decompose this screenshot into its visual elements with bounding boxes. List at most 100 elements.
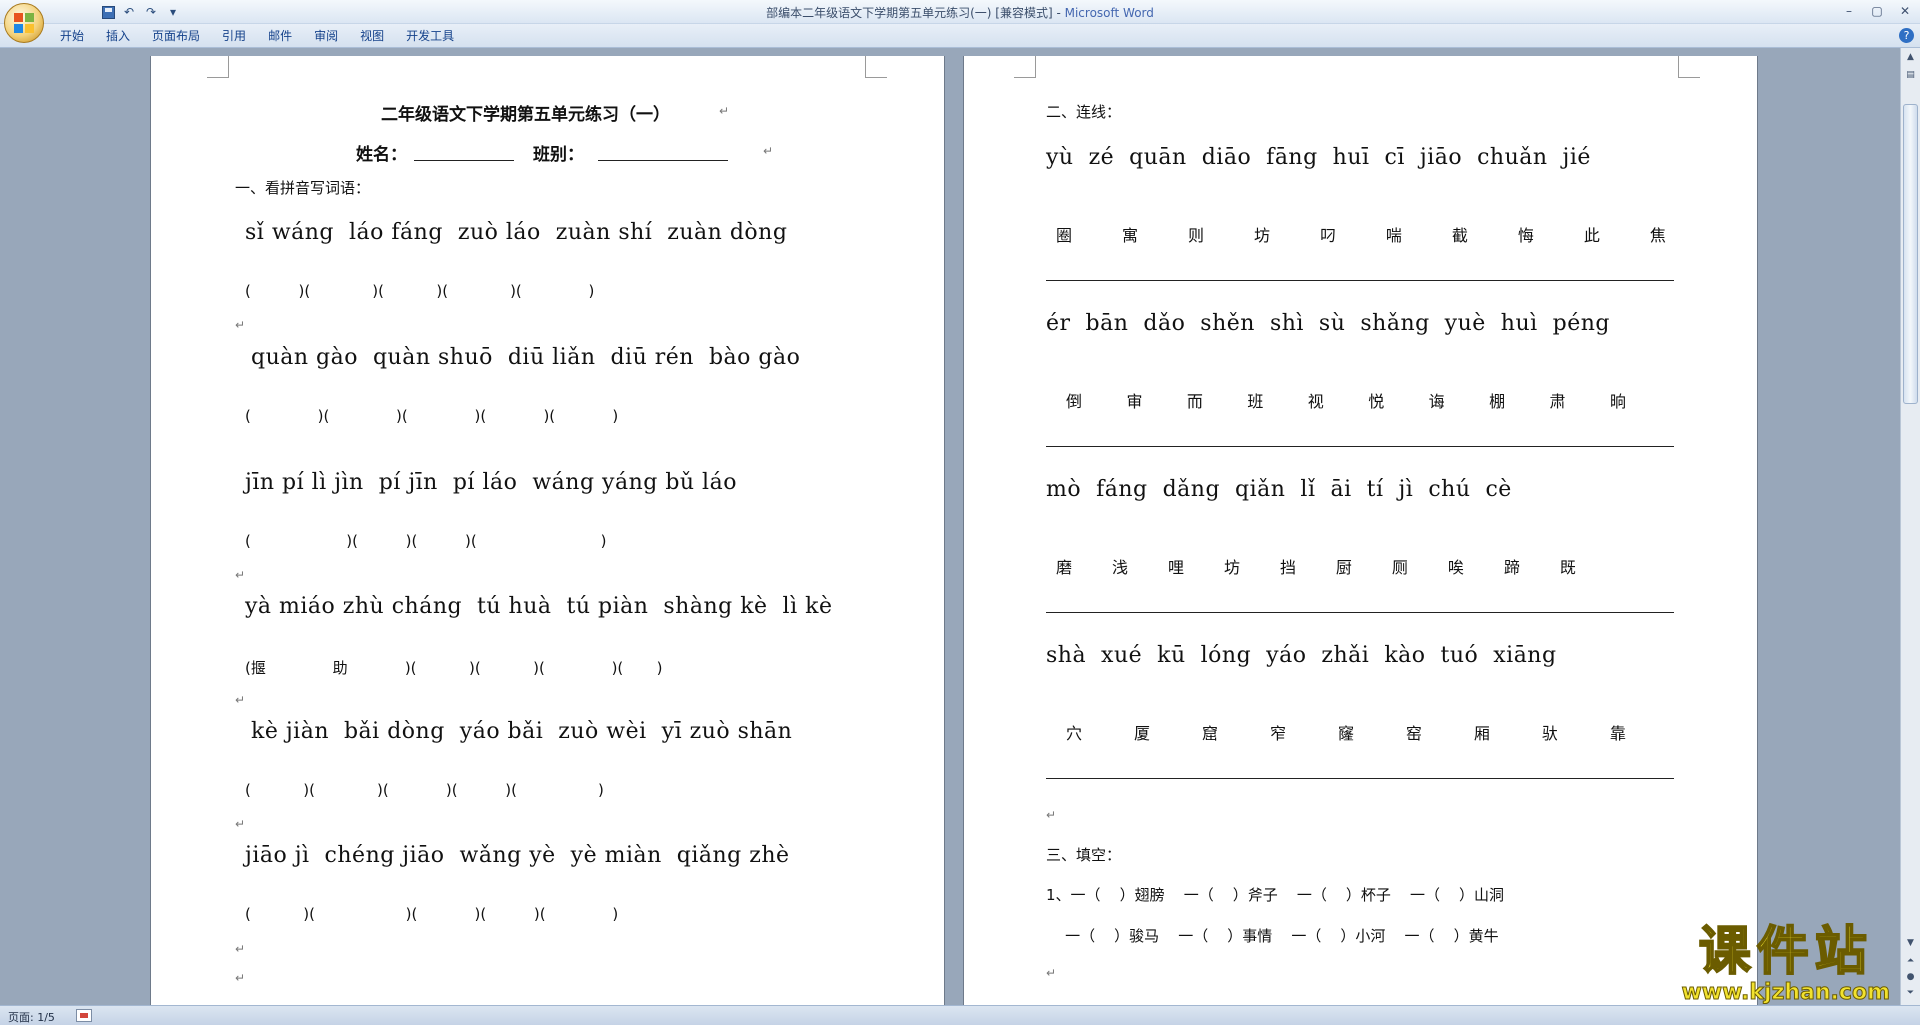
scroll-thumb[interactable] <box>1903 104 1918 404</box>
match-char: 此 <box>1583 226 1600 245</box>
match-chars-row-1: 圈 寓 则 坊 叼 喘 截 悔 此 焦 <box>1056 222 1666 246</box>
paragraph-mark: ↵ <box>235 942 246 956</box>
match-char: 肃 <box>1549 392 1566 411</box>
paragraph-mark: ↵ <box>1046 808 1057 822</box>
match-char: 蹄 <box>1503 558 1520 577</box>
match-line-3 <box>1046 612 1674 613</box>
match-char: 窿 <box>1337 724 1354 743</box>
section-2-heading: 二、连线： <box>1046 103 1122 121</box>
match-char: 哩 <box>1167 558 1184 577</box>
class-blank[interactable] <box>598 160 728 161</box>
match-char: 班 <box>1247 392 1264 411</box>
match-chars-row-2: 倒 审 而 班 视 悦 诲 棚 肃 晌 <box>1066 388 1626 412</box>
match-char: 既 <box>1559 558 1576 577</box>
margin-corner <box>207 56 229 78</box>
fill-row-1: 1、一（ ）翅膀 一（ ）斧子 一（ ）杯子 一（ ）山洞 <box>1046 886 1505 904</box>
paragraph-mark: ↵ <box>719 104 730 118</box>
tab-mailings[interactable]: 邮件 <box>268 28 292 44</box>
ruler-toggle-icon[interactable]: ▤ <box>1903 68 1918 83</box>
match-chars-row-3: 磨 浅 哩 坊 挡 厨 厕 唉 蹄 既 <box>1056 554 1576 578</box>
select-browse-object-icon[interactable]: ● <box>1903 970 1918 985</box>
match-char: 喘 <box>1385 226 1402 245</box>
answer-row-1: ( )( )( )( )( ) <box>245 282 595 300</box>
watermark-text: 课件站 <box>1698 922 1873 982</box>
match-char: 圈 <box>1056 226 1073 245</box>
window-controls: – ▢ ✕ <box>1840 2 1914 20</box>
match-char: 坊 <box>1223 558 1240 577</box>
page-count[interactable]: 页面: 1/5 <box>8 1009 55 1025</box>
match-char: 晌 <box>1609 392 1626 411</box>
margin-corner <box>1014 56 1036 78</box>
match-char: 靠 <box>1609 724 1626 743</box>
status-bar: 页面: 1/5 <box>0 1005 1920 1025</box>
answer-row-4: (揠 助 )( )( )( )( ) <box>245 659 663 677</box>
section-1-heading: 一、看拼音写词语： <box>235 179 371 197</box>
scroll-down-icon[interactable]: ▼ <box>1903 936 1918 951</box>
match-pinyin-row-3: mò fáng dǎng qiǎn lǐ āi tí jì chú cè <box>1046 477 1512 502</box>
paragraph-mark: ↵ <box>235 568 246 582</box>
paragraph-mark: ↵ <box>1046 966 1057 980</box>
match-char: 厨 <box>1335 558 1352 577</box>
watermark-url: www.kjzhan.com <box>1681 980 1891 1006</box>
match-line-4 <box>1046 778 1674 779</box>
tab-view[interactable]: 视图 <box>360 28 384 44</box>
match-char: 截 <box>1451 226 1468 245</box>
tab-developer[interactable]: 开发工具 <box>406 28 454 44</box>
match-char: 寓 <box>1121 226 1138 245</box>
pinyin-row-6: jiāo jì chéng jiāo wǎng yè yè miàn qiǎng… <box>245 843 790 868</box>
page-1[interactable]: 二年级语文下学期第五单元练习（一） ↵ 姓名： 班别： ↵ 一、看拼音写词语： … <box>150 56 945 1005</box>
page-2[interactable]: 二、连线： yù zé quān diāo fāng huī cī jiāo c… <box>963 56 1758 1005</box>
maximize-icon[interactable]: ▢ <box>1868 2 1886 20</box>
match-pinyin-row-1: yù zé quān diāo fāng huī cī jiāo chuǎn j… <box>1046 145 1591 170</box>
scroll-up-icon[interactable]: ▲ <box>1903 50 1918 65</box>
paragraph-mark: ↵ <box>235 817 246 831</box>
match-char: 挡 <box>1279 558 1296 577</box>
close-icon[interactable]: ✕ <box>1896 2 1914 20</box>
match-char: 浅 <box>1111 558 1128 577</box>
answer-row-2: ( )( )( )( )( ) <box>245 407 619 425</box>
match-char: 唉 <box>1447 558 1464 577</box>
match-line-2 <box>1046 446 1674 447</box>
minimize-icon[interactable]: – <box>1840 2 1858 20</box>
ribbon: 开始 插入 页面布局 引用 邮件 审阅 视图 开发工具 ? <box>0 24 1920 48</box>
match-char: 悔 <box>1517 226 1534 245</box>
pinyin-row-4: yà miáo zhù cháng tú huà tú piàn shàng k… <box>245 594 833 619</box>
paragraph-mark: ↵ <box>235 318 246 332</box>
name-blank[interactable] <box>414 160 514 161</box>
section-3-heading: 三、填空： <box>1046 846 1122 864</box>
previous-page-icon[interactable]: ⏶ <box>1903 954 1918 969</box>
match-line-1 <box>1046 280 1674 281</box>
match-pinyin-row-4: shà xué kū lóng yáo zhǎi kào tuó xiāng <box>1046 643 1557 668</box>
office-button[interactable] <box>4 3 44 43</box>
match-char: 视 <box>1307 392 1324 411</box>
match-char: 厕 <box>1391 558 1408 577</box>
pinyin-row-5: kè jiàn bǎi dòng yáo bǎi zuò wèi yī zuò … <box>251 719 793 744</box>
macro-recording-icon[interactable] <box>76 1009 92 1022</box>
vertical-scrollbar[interactable]: ▲ ▤ ▼ ⏶ ● ⏷ <box>1900 48 1920 1005</box>
match-char: 窟 <box>1201 724 1218 743</box>
match-char: 厦 <box>1133 724 1150 743</box>
office-logo-icon <box>14 13 34 33</box>
match-char: 叼 <box>1319 226 1336 245</box>
match-char: 磨 <box>1056 558 1073 577</box>
document-title: 部编本二年级语文下学期第五单元练习(一) [兼容模式] - <box>766 6 1065 20</box>
answer-row-3: ( )( )( )( ) <box>245 532 607 550</box>
paragraph-mark: ↵ <box>763 144 774 158</box>
match-char: 窑 <box>1405 724 1422 743</box>
match-char: 则 <box>1187 226 1204 245</box>
tab-insert[interactable]: 插入 <box>106 28 130 44</box>
tab-page-layout[interactable]: 页面布局 <box>152 28 200 44</box>
next-page-icon[interactable]: ⏷ <box>1903 986 1918 1001</box>
match-char: 审 <box>1126 392 1143 411</box>
match-char: 诲 <box>1428 392 1445 411</box>
margin-corner <box>865 56 887 78</box>
tab-review[interactable]: 审阅 <box>314 28 338 44</box>
tab-references[interactable]: 引用 <box>222 28 246 44</box>
answer-row-6: ( )( )( )( )( ) <box>245 905 619 923</box>
ribbon-tabs: 开始 插入 页面布局 引用 邮件 审阅 视图 开发工具 <box>60 28 454 44</box>
help-icon[interactable]: ? <box>1899 28 1914 43</box>
watermark-logo: 课件站 www.kjzhan.com <box>1681 922 1891 1006</box>
fill-row-2: 一（ ）骏马 一（ ）事情 一（ ）小河 一（ ）黄牛 <box>1046 927 1499 945</box>
tab-home[interactable]: 开始 <box>60 28 84 44</box>
margin-corner <box>1678 56 1700 78</box>
